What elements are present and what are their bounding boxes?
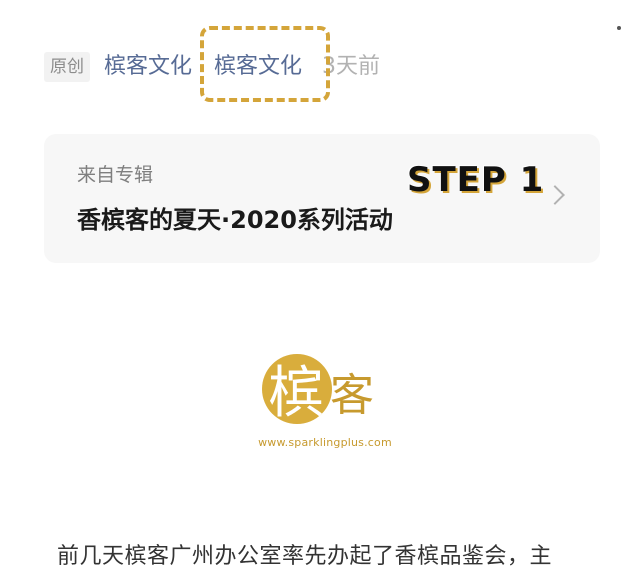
author-wrap: 槟客文化 — [200, 26, 331, 102]
logo-char-ke: 客 — [330, 370, 374, 421]
more-dot-icon — [617, 26, 621, 30]
chevron-right-icon — [545, 185, 565, 205]
album-from-label: 来自专辑 — [77, 164, 154, 186]
account-name-link[interactable]: 槟客文化 — [104, 52, 192, 82]
logo-char-bin: 槟 — [268, 361, 324, 426]
highlight-dashed-box — [200, 26, 331, 102]
brand-logo: 槟 客 www.sparklingplus.com — [250, 352, 400, 462]
article-page: 原创 槟客文化 槟客文化 3天前 来自专辑 香槟客的夏天·2020系列活动 ST… — [0, 0, 639, 581]
article-first-line: 前几天槟客广州办公室率先办起了香槟品鉴会，主 — [57, 544, 553, 569]
album-card[interactable]: 来自专辑 香槟客的夏天·2020系列活动 STEP 1 — [44, 134, 600, 263]
original-badge: 原创 — [44, 52, 90, 82]
step-annotation: STEP 1 — [407, 160, 545, 200]
publish-time: 3天前 — [322, 54, 381, 79]
logo-url: www.sparklingplus.com — [258, 436, 392, 449]
article-meta-row: 原创 槟客文化 槟客文化 3天前 — [44, 26, 381, 102]
album-title: 香槟客的夏天·2020系列活动 — [77, 206, 393, 234]
